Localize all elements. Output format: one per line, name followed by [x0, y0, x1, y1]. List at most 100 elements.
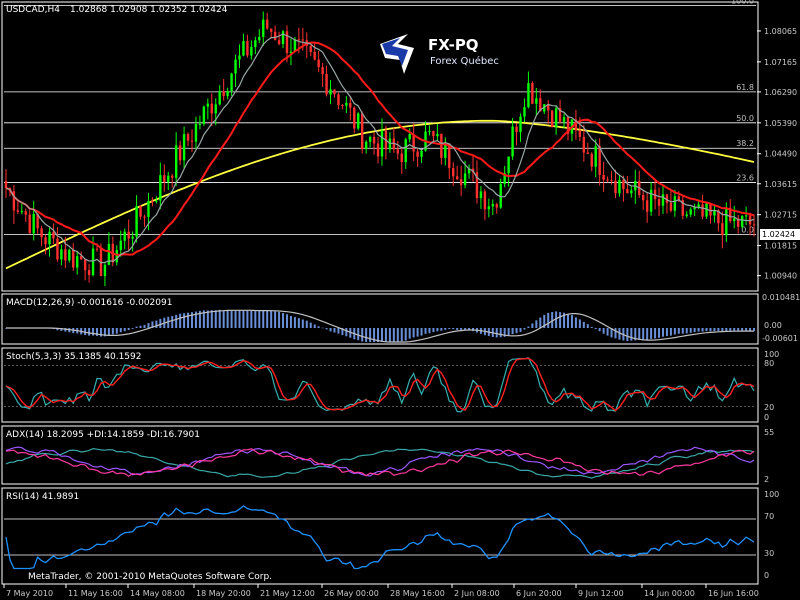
candle-body: [610, 180, 613, 182]
macd-bar: [155, 320, 158, 328]
candle-body: [258, 36, 261, 41]
candle-body: [234, 59, 237, 74]
candle-body: [400, 153, 403, 163]
candle-body: [630, 190, 633, 194]
macd-bar: [737, 328, 740, 331]
macd-bar: [673, 328, 676, 335]
candle-body: [495, 204, 498, 208]
macd-bar: [574, 317, 577, 328]
macd-bar: [285, 314, 288, 328]
macd-bar: [183, 313, 186, 328]
candle-body: [262, 19, 265, 37]
metatrader-chart-window[interactable]: 100.061.850.038.223.60.0 USDCAD,H4 1.028…: [0, 0, 800, 600]
macd-bar: [357, 328, 360, 341]
candle-body: [622, 179, 625, 190]
macd-bar: [250, 310, 253, 328]
candle-body: [408, 134, 411, 140]
macd-bar: [630, 328, 633, 341]
macd-bar: [206, 310, 209, 328]
candle-body: [317, 59, 320, 68]
candle-body: [550, 110, 554, 128]
main-price-pane[interactable]: [1, 1, 759, 292]
macd-bar: [511, 328, 514, 335]
candle-body: [357, 113, 360, 129]
macd-bar: [139, 325, 142, 328]
time-axis-label: 9 Jun 12:00: [578, 589, 624, 598]
price-axis-label: 1.03615: [764, 180, 797, 189]
macd-bar: [325, 328, 328, 330]
macd-bar: [424, 328, 427, 334]
macd-bar: [384, 328, 387, 342]
current-price-tag: 1.02424: [760, 229, 800, 240]
pane-frames: [1, 1, 759, 585]
macd-bar: [309, 322, 312, 328]
macd-bar: [444, 328, 447, 330]
candle-body: [333, 89, 336, 95]
macd-bar: [570, 315, 573, 328]
time-axis-label: 7 May 2010: [6, 589, 53, 598]
candle-body: [64, 249, 67, 261]
macd-bar: [440, 328, 443, 331]
candle-body: [436, 133, 439, 137]
macd-bar: [282, 313, 285, 328]
candle-body: [531, 83, 534, 104]
candle-body: [20, 211, 24, 213]
candle-body: [420, 150, 423, 157]
candle-body: [131, 236, 134, 239]
candle-body: [301, 39, 305, 41]
macd-bar: [416, 328, 419, 337]
macd-bar: [171, 316, 174, 328]
rsi-label: RSI(14) 41.9891: [6, 492, 79, 502]
candle-body: [586, 152, 589, 154]
candle-body: [440, 133, 443, 158]
candle-body: [242, 41, 245, 56]
rsi-axis-30: 30: [764, 549, 774, 558]
macd-bar: [590, 326, 593, 328]
candle-body: [321, 67, 324, 74]
stoch-label: Stoch(5,3,3) 35.1385 40.1592: [6, 352, 141, 362]
candle-body: [52, 231, 55, 239]
adx-label: ADX(14) 18.2095 +DI:14.1859 -DI:16.7901: [6, 430, 200, 440]
candle-body: [198, 123, 202, 125]
macd-bar: [638, 328, 641, 340]
logo-name: FX-PQ: [428, 36, 479, 54]
candle-body: [40, 228, 43, 238]
candle-body: [254, 40, 257, 47]
ohlc-values: 1.02868 1.02908 1.02352 1.02424: [70, 5, 228, 15]
candle-body: [44, 237, 47, 245]
macd-bar: [135, 326, 138, 328]
candle-body: [151, 200, 154, 202]
candle-body: [353, 107, 356, 129]
candle-body: [313, 51, 316, 60]
macd-bar: [293, 317, 296, 328]
macd-axis-bottom: -0.00601: [762, 334, 798, 343]
candle-body: [360, 113, 364, 149]
stoch-axis-0: 0: [764, 413, 769, 422]
candle-body: [685, 214, 688, 216]
macd-bar: [527, 326, 530, 328]
candle-body: [238, 55, 241, 60]
macd-bar: [254, 311, 257, 328]
candle-body: [226, 91, 229, 96]
candle-body: [115, 249, 118, 263]
macd-bar: [262, 310, 265, 328]
candle-body: [32, 214, 35, 234]
candle-body: [519, 116, 522, 133]
macd-bar: [274, 311, 277, 328]
candle-body: [701, 204, 704, 217]
candle-body: [578, 130, 582, 137]
rsi-pane[interactable]: [1, 487, 759, 585]
candle-body: [163, 175, 166, 182]
macd-bar: [646, 328, 649, 340]
candle-body: [83, 259, 87, 271]
macd-bar: [107, 328, 110, 336]
macd-axis-zero: 0.00: [764, 321, 782, 330]
macd-bar: [713, 328, 716, 332]
candle-body: [281, 31, 285, 44]
candle-body: [491, 204, 494, 207]
macd-bar: [559, 312, 562, 328]
macd-bar: [278, 311, 281, 328]
macd-bar: [234, 310, 237, 328]
macd-bar: [606, 328, 609, 336]
macd-bar: [428, 328, 431, 334]
